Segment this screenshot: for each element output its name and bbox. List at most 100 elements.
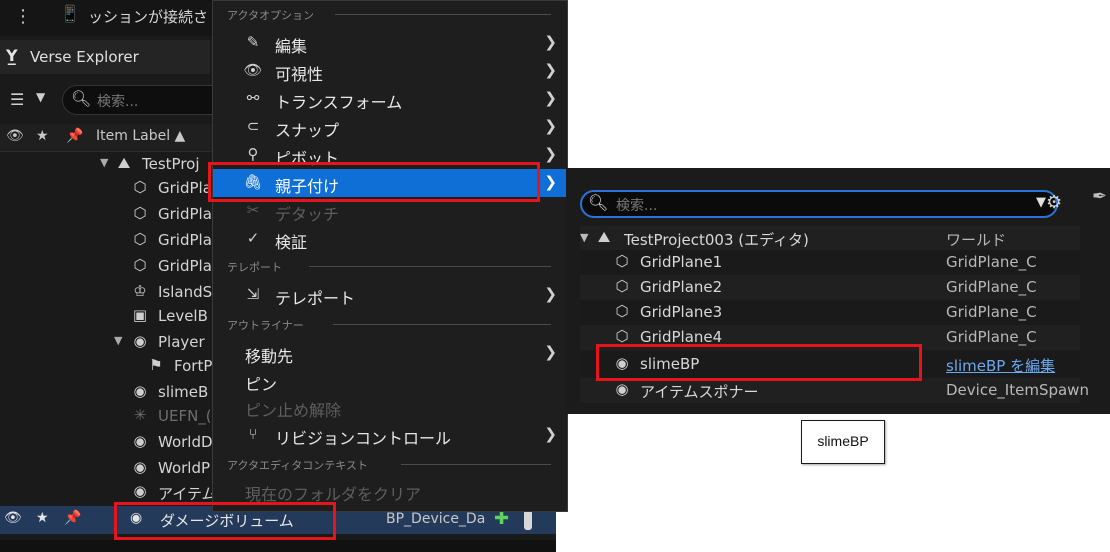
device-icon: ◉ [133,482,147,500]
picker-row-type: GridPlane_C [946,328,1037,346]
outliner-row-label: TestProj [142,155,200,173]
menu-item-label: 可視性 [275,65,324,84]
pin-icon[interactable]: 📌 [64,510,81,526]
section-title: アウトライナー [227,317,310,333]
picker-row-name: GridPlane3 [640,303,723,321]
chevron-right-icon: ❯ [544,343,557,361]
eyedropper-icon[interactable]: ✒ [1092,186,1107,207]
eye-icon: 👁 [243,61,263,79]
outliner-search-input[interactable]: 🔍︎ 検索... [62,85,232,115]
visibility-column-eye-icon[interactable]: 👁 [6,128,24,144]
menu-item-move-to[interactable]: 移動先 ❯ [213,339,567,367]
chevron-right-icon: ❯ [544,425,557,443]
picker-row-type: GridPlane_C [946,303,1037,321]
cube-icon: ⬡ [615,327,629,345]
chevron-right-icon: ❯ [544,145,557,163]
picker-row[interactable]: ◉ アイテムスポナー Device_ItemSpawn [580,378,1089,403]
expand-arrow-icon[interactable]: ▼ [580,231,588,244]
flag-icon: ⚑ [149,356,163,374]
chevron-right-icon: ❯ [544,89,557,107]
picker-row[interactable]: ⬡ GridPlane3 GridPlane_C [580,300,1080,325]
selected-row-label: ダメージボリューム [160,512,294,530]
search-icon: 🔍︎ [71,89,92,108]
pin-column-icon[interactable]: 📌 [66,128,83,144]
menu-item-attach[interactable]: 🖇︎ 親子付け ❯ [213,169,567,197]
chevron-right-icon: ❯ [544,173,557,191]
picker-row-world[interactable]: ▼ ⛰ TestProject003 (エディタ) ワールド [580,226,1080,251]
scrollbar-thumb[interactable] [524,510,532,530]
outliner-row-label: slimeB [158,383,209,401]
menu-item-teleport[interactable]: ⇲ テレポート ❯ [213,281,567,309]
menu-item-visibility[interactable]: 👁 可視性 ❯ [213,57,567,85]
slimebp-label-box: slimeBP [801,420,885,464]
picker-row[interactable]: ⬡ GridPlane4 GridPlane_C [580,325,1080,350]
section-title: アクタエディタコンテキスト [227,457,374,473]
cube-icon: ⬡ [133,178,147,196]
session-icon: 📱 [60,4,80,23]
device-icon: ◉ [133,432,147,450]
picker-row-name: アイテムスポナー [640,383,759,401]
picker-row-type: ワールド [946,231,1007,249]
device-icon: ◉ [615,354,629,372]
star-icon[interactable]: ★ [36,510,49,526]
chevron-right-icon: ❯ [544,33,557,51]
menu-item-edit[interactable]: ✎ 編集 ❯ [213,29,567,57]
menu-item-label: ピボット [275,149,340,168]
outliner-row-label: IslandS [158,283,213,301]
menu-item-transform[interactable]: ⚯ トランスフォーム ❯ [213,85,567,113]
picker-row-name: GridPlane1 [640,253,723,271]
picker-row-slimebp[interactable]: ◉ slimeBP slimeBP を編集 [580,352,1080,377]
outliner-row-label: WorldP [158,459,211,477]
menu-item-label: デタッチ [275,205,340,224]
attach-actor-picker: 🔍︎ 検索... ▼ ⚙ ✒ ▼ ⛰ TestProject003 (エディタ)… [566,168,1110,414]
verse-explorer-tab[interactable]: Y̲ Verse Explorer [0,40,210,74]
picker-row-name: GridPlane2 [640,278,723,296]
level-blueprint-icon: ▣ [132,306,148,324]
eye-icon[interactable]: 👁 [4,510,22,526]
picker-row-name: TestProject003 (エディタ) [624,231,809,249]
chevron-right-icon: ❯ [544,285,557,303]
menu-item-label: リビジョンコントロール [275,429,452,448]
session-status-text: ッションが接続さ [88,8,209,26]
detach-icon: ✂ [246,201,260,219]
picker-search-placeholder: 検索... [616,198,658,214]
outliner-row-label: FortP [174,357,213,375]
menu-item-revision-control[interactable]: ⑂ リビジョンコントロール ❯ [213,421,567,449]
menu-item-pivot[interactable]: ⚲ ピボット ❯ [213,141,567,169]
menu-item-pin[interactable]: ピン [213,367,567,395]
picker-row[interactable]: ⬡ GridPlane2 GridPlane_C [580,275,1080,300]
teleport-icon: ⇲ [246,285,260,303]
section-divider [401,464,551,465]
chevron-down-icon: ▼ [36,90,46,104]
menu-item-label: 現在のフォルダをクリア [245,485,422,504]
gear-icon[interactable]: ⚙ [1046,192,1062,213]
outliner-row-label: GridPla [158,257,212,275]
expand-arrow-icon[interactable]: ▼ [114,334,122,347]
cube-icon: ⬡ [615,252,629,270]
chevron-down-icon[interactable]: ▼ [1036,195,1046,210]
favorite-column-star-icon[interactable]: ★ [36,128,49,144]
outliner-row-label: Player [158,333,205,351]
item-label-column-header[interactable]: Item Label ▲ [96,128,185,144]
menu-item-verify[interactable]: ✓ 検証 [213,225,567,253]
picker-search-input[interactable]: 🔍︎ 検索... ▼ [580,190,1058,218]
picker-row[interactable]: ⬡ GridPlane1 GridPlane_C [580,250,1080,275]
edit-slimebp-link[interactable]: slimeBP を編集 [946,355,1055,376]
menu-item-snap[interactable]: ⊂ スナップ ❯ [213,113,567,141]
light-icon: ✳ [133,406,147,424]
outliner-search-placeholder: 検索... [97,94,139,110]
section-divider [335,14,551,15]
picker-row-name: GridPlane4 [640,328,723,346]
cube-icon: ⬡ [133,204,147,222]
device-icon: ◉ [133,382,147,400]
menu-item-label: ピン [245,375,278,394]
outliner-row-label: アイテム [158,485,217,503]
search-icon: 🔍︎ [588,193,609,212]
more-options-icon[interactable]: ⋮ [14,6,32,27]
chevron-right-icon: ❯ [544,61,557,79]
pencil-icon: ✎ [246,33,260,51]
slimebp-label-text: slimeBP [817,433,869,449]
expand-arrow-icon[interactable]: ▼ [100,156,108,169]
picker-row-type: Device_ItemSpawn [946,381,1089,399]
section-title: アクタオプション [227,7,321,23]
